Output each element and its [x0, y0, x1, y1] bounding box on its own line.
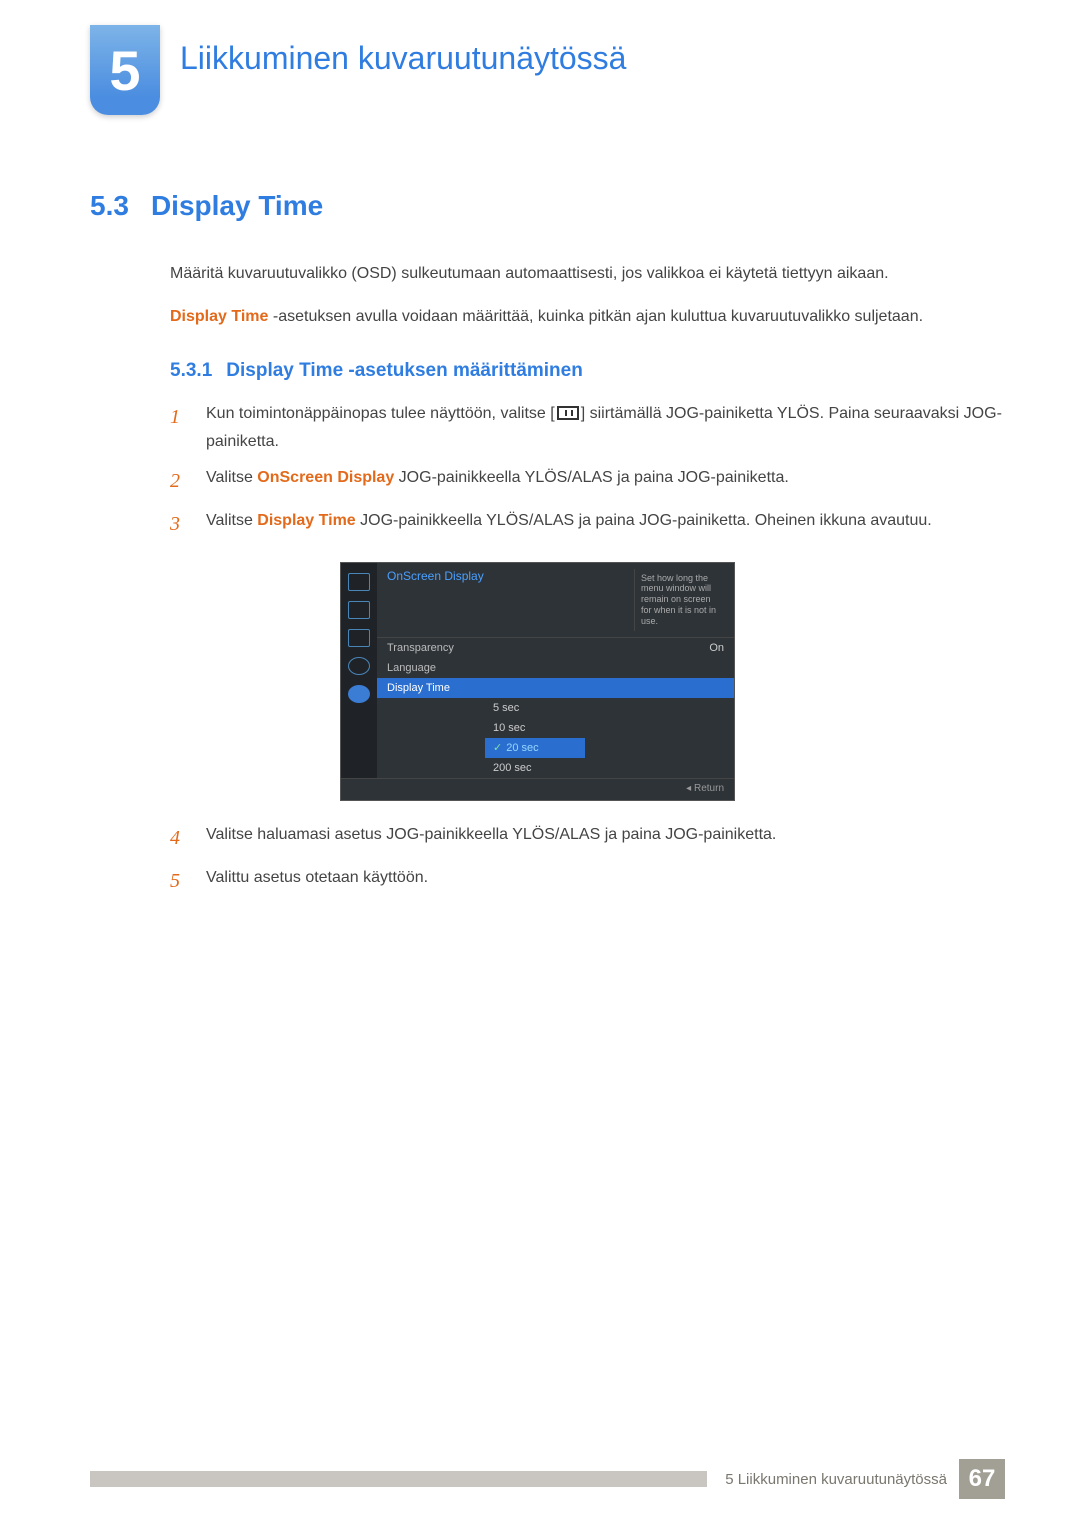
step-2-pre: Valitse — [206, 469, 257, 486]
step-number: 3 — [170, 507, 188, 542]
page: 5 Liikkuminen kuvaruutunäytössä 5.3 Disp… — [0, 0, 1080, 1527]
osd-header: OnScreen Display Set how long the menu w… — [377, 563, 734, 638]
osd-row: Display Time — [377, 678, 734, 698]
step-3-post: JOG-painikkeella YLÖS/ALAS ja paina JOG-… — [356, 512, 932, 529]
display-icon — [348, 601, 370, 619]
footer-page-number: 67 — [959, 1459, 1005, 1499]
gear-icon — [348, 657, 370, 675]
osd-sidebar — [341, 563, 377, 778]
section-heading: 5.3 Display Time — [90, 190, 1005, 222]
osd-window: OnScreen Display Set how long the menu w… — [340, 562, 735, 801]
intro-p2-rest: -asetuksen avulla voidaan määrittää, kui… — [268, 308, 923, 325]
target-icon — [348, 629, 370, 647]
step-3-highlight: Display Time — [257, 512, 355, 529]
osd-screenshot: OnScreen Display Set how long the menu w… — [340, 562, 735, 801]
osd-return: Return — [341, 778, 734, 800]
step-2-highlight: OnScreen Display — [257, 469, 394, 486]
step-number: 5 — [170, 864, 188, 899]
step-1-text-a: Kun toimintonäppäinopas tulee näyttöön, … — [206, 405, 555, 422]
osd-option: 20 sec — [485, 738, 585, 758]
intro-paragraph-2: Display Time -asetuksen avulla voidaan m… — [170, 305, 1005, 330]
page-footer: 5 Liikkuminen kuvaruutunäytössä 67 — [90, 1459, 1005, 1499]
intro-text: Määritä kuvaruutuvalikko (OSD) sulkeutum… — [170, 262, 1005, 330]
subsection-number: 5.3.1 — [170, 360, 212, 382]
chapter-number: 5 — [109, 38, 140, 103]
step-1: 1 Kun toimintonäppäinopas tulee näyttöön… — [170, 400, 1005, 456]
osd-options: 5 sec10 sec20 sec200 sec — [485, 698, 585, 778]
osd-help-text: Set how long the menu window will remain… — [634, 569, 724, 631]
osd-row-label: Transparency — [387, 642, 709, 654]
step-number: 1 — [170, 400, 188, 456]
osd-row-value: On — [709, 642, 724, 654]
step-body: Valitse haluamasi asetus JOG-painikkeell… — [206, 821, 1005, 856]
step-4: 4 Valitse haluamasi asetus JOG-painikkee… — [170, 821, 1005, 856]
footer-label: 5 Liikkuminen kuvaruutunäytössä — [725, 1471, 947, 1488]
chapter-tab: 5 — [90, 25, 160, 115]
step-number: 2 — [170, 464, 188, 499]
steps-list-cont: 4 Valitse haluamasi asetus JOG-painikkee… — [170, 821, 1005, 899]
section-title: Display Time — [151, 190, 323, 222]
subsection-heading: 5.3.1 Display Time -asetuksen määrittämi… — [170, 360, 1005, 382]
osd-menu-rows: TransparencyOn Language Display Time — [377, 638, 734, 698]
subsection-title: Display Time -asetuksen määrittäminen — [226, 360, 583, 382]
steps-list: 1 Kun toimintonäppäinopas tulee näyttöön… — [170, 400, 1005, 542]
footer-bar — [90, 1471, 707, 1487]
step-2: 2 Valitse OnScreen Display JOG-painikkee… — [170, 464, 1005, 499]
menu-icon — [557, 406, 579, 420]
intro-paragraph-1: Määritä kuvaruutuvalikko (OSD) sulkeutum… — [170, 262, 1005, 287]
picture-icon — [348, 573, 370, 591]
step-3: 3 Valitse Display Time JOG-painikkeella … — [170, 507, 1005, 542]
info-icon — [348, 685, 370, 703]
osd-option: 200 sec — [485, 758, 585, 778]
osd-row: TransparencyOn — [377, 638, 734, 658]
step-body: Valitse Display Time JOG-painikkeella YL… — [206, 507, 1005, 542]
step-body: Valittu asetus otetaan käyttöön. — [206, 864, 1005, 899]
osd-row-label: Language — [387, 662, 724, 674]
osd-row: Language — [377, 658, 734, 678]
step-body: Kun toimintonäppäinopas tulee näyttöön, … — [206, 400, 1005, 456]
section-number: 5.3 — [90, 190, 129, 222]
step-body: Valitse OnScreen Display JOG-painikkeell… — [206, 464, 1005, 499]
osd-option: 10 sec — [485, 718, 585, 738]
osd-main: OnScreen Display Set how long the menu w… — [377, 563, 734, 778]
step-number: 4 — [170, 821, 188, 856]
osd-header-title: OnScreen Display — [387, 569, 484, 631]
step-3-pre: Valitse — [206, 512, 257, 529]
osd-row-label: Display Time — [387, 682, 724, 694]
osd-option: 5 sec — [485, 698, 585, 718]
step-2-post: JOG-painikkeella YLÖS/ALAS ja paina JOG-… — [394, 469, 789, 486]
step-5: 5 Valittu asetus otetaan käyttöön. — [170, 864, 1005, 899]
intro-highlight: Display Time — [170, 308, 268, 325]
chapter-title: Liikkuminen kuvaruutunäytössä — [180, 40, 626, 77]
